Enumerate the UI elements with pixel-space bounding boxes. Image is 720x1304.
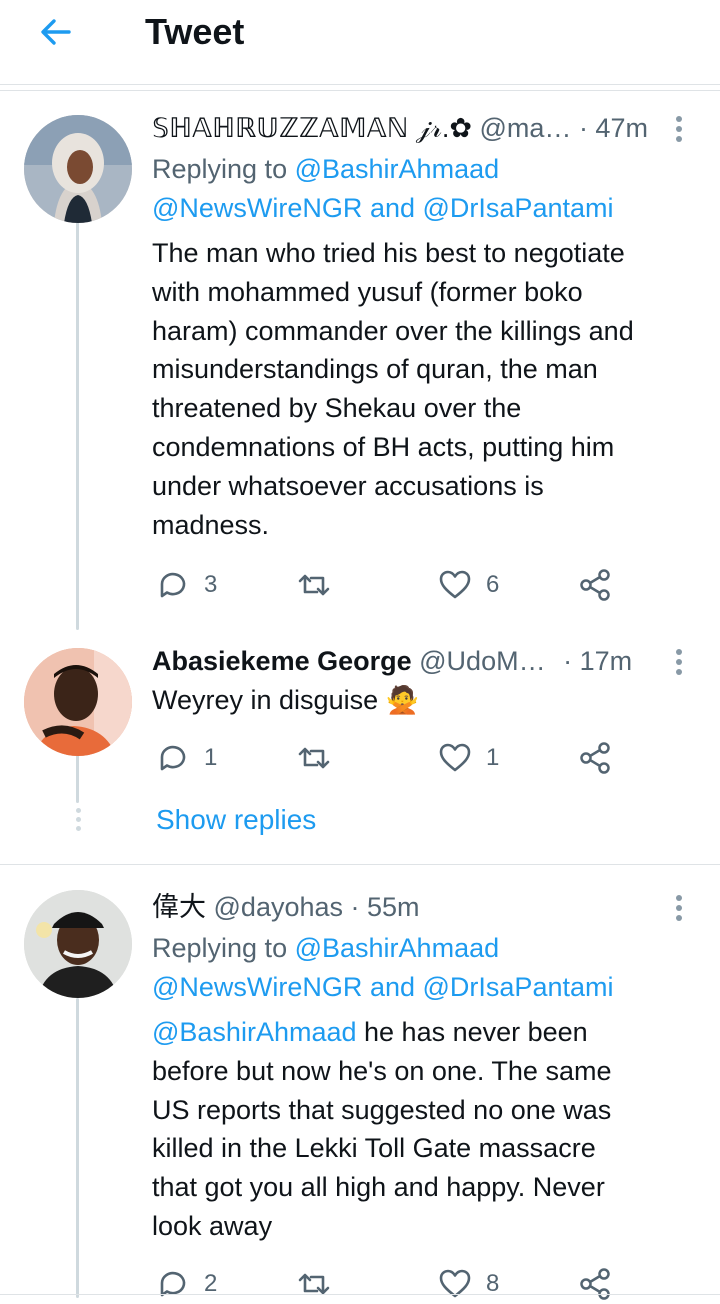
like-button[interactable]: 1 (438, 738, 499, 778)
more-options-icon[interactable] (674, 649, 684, 679)
author-name[interactable]: Abasiekeme George (152, 646, 412, 676)
share-button[interactable] (578, 1264, 612, 1304)
tweet-text-line: haram) commander over the killings and (152, 315, 634, 346)
avatar[interactable] (24, 890, 132, 998)
reply-count: 3 (204, 571, 218, 598)
tweet-time: · 47m (578, 113, 648, 143)
heart-icon (439, 743, 471, 772)
avatar-image-icon (24, 115, 132, 223)
heart-icon (439, 1269, 471, 1298)
tweet-text-line: under whatsoever accusations is (152, 470, 544, 501)
tweet-time: · 17m (563, 646, 633, 676)
more-options-icon[interactable] (674, 116, 684, 146)
reply-icon (160, 572, 186, 598)
mention-link[interactable]: @BashirAhmaad (295, 933, 500, 963)
avatar-image-icon (24, 890, 132, 998)
avatar-image-icon (24, 648, 132, 756)
reply-button[interactable]: 3 (156, 565, 217, 605)
share-button[interactable] (578, 565, 612, 605)
tweet-text-line: misunderstandings of quran, the man (152, 354, 598, 385)
tweet-text-line: with mohammed yusuf (former boko (152, 276, 583, 307)
tweet-text-line: Weyrey in disguise 🙅 (152, 685, 420, 715)
tweet-text-line: threatened by Shekau over the (152, 393, 522, 424)
tweet-text-line: madness. (152, 509, 270, 540)
share-button[interactable] (578, 738, 612, 778)
avatar[interactable] (24, 648, 132, 756)
back-button[interactable] (36, 12, 76, 52)
mention-link[interactable]: @NewsWireNGR (152, 972, 362, 1002)
mention-link[interactable]: @NewsWireNGR (152, 193, 362, 223)
reply-count: 1 (204, 744, 218, 771)
tweet-text-line: US reports that suggested no one was (152, 1094, 612, 1125)
like-button[interactable]: 6 (438, 565, 499, 605)
replying-and: and (369, 972, 415, 1002)
tweet-text-line: that got you all high and happy. Never (152, 1172, 605, 1203)
share-icon (580, 742, 610, 774)
arrow-left-icon (41, 19, 71, 45)
retweet-button[interactable] (297, 565, 345, 605)
mention-link[interactable]: @DrIsaPantami (423, 972, 614, 1002)
share-icon (580, 569, 610, 601)
header-divider-2 (0, 90, 720, 91)
conversation-divider (0, 864, 720, 865)
thread-line (76, 998, 79, 1298)
bottom-divider (0, 1294, 720, 1295)
avatar[interactable] (24, 115, 132, 223)
like-count: 1 (486, 744, 500, 771)
reply-icon (160, 745, 186, 771)
thread-line (76, 222, 79, 630)
tweet-text-line: The man who tried his best to negotiate (152, 238, 625, 268)
retweet-icon (298, 574, 330, 596)
author-handle[interactable]: @UdoM… (419, 646, 545, 676)
tweet-text: Weyrey in disguise 🙅 (152, 681, 697, 720)
header-divider (0, 84, 720, 85)
thread-line (76, 755, 79, 803)
replying-prefix: Replying to (152, 154, 288, 184)
replying-prefix: Replying to (152, 933, 288, 963)
tweet-time: · 55m (350, 892, 420, 922)
more-options-icon[interactable] (674, 895, 684, 925)
thread-dots-icon (74, 808, 82, 835)
tweet-text-line: @BashirAhmaad he has never been (152, 1013, 697, 1052)
reply-icon (160, 1271, 186, 1297)
retweet-icon (298, 1273, 330, 1295)
like-button[interactable]: 8 (438, 1264, 499, 1304)
tweet-text-line: look away (152, 1210, 273, 1241)
retweet-icon (298, 747, 330, 769)
replying-and: and (369, 193, 415, 223)
retweet-button[interactable] (297, 1264, 345, 1304)
tweet-text-line: condemnations of BH acts, putting him (152, 431, 615, 462)
author-handle[interactable]: @dayohas (214, 892, 344, 922)
top-bar: Tweet (0, 0, 720, 84)
tweet-text-fragment: he has never been (356, 1017, 588, 1047)
tweet-text: @BashirAhmaad he has never been before b… (152, 1013, 697, 1246)
mention-link[interactable]: @BashirAhmaad (152, 1017, 357, 1047)
author-name[interactable]: 𝕊ℍ𝔸ℍℝ𝕌ℤℤ𝔸𝕄𝔸ℕ 𝒿𝓇.✿ (152, 113, 472, 143)
author-name[interactable]: 偉大 (152, 892, 206, 922)
reply-button[interactable]: 1 (156, 738, 217, 778)
show-replies-link[interactable]: Show replies (156, 800, 316, 840)
heart-icon (439, 570, 471, 599)
retweet-button[interactable] (297, 738, 345, 778)
mention-link[interactable]: @BashirAhmaad (295, 154, 500, 184)
reply-button[interactable]: 2 (156, 1264, 217, 1304)
share-icon (580, 1268, 610, 1300)
tweet-text-line: killed in the Lekki Toll Gate massacre (152, 1133, 596, 1164)
replying-to: Replying to @BashirAhmaad @NewsWireNGR a… (152, 929, 613, 1007)
page-title: Tweet (145, 11, 245, 52)
like-count: 6 (486, 571, 500, 598)
mention-link[interactable]: @DrIsaPantami (423, 193, 614, 223)
author-handle[interactable]: @ma… (480, 113, 572, 143)
tweet-text-line: before but now he's on one. The same (152, 1055, 612, 1086)
tweet-text: The man who tried his best to negotiate … (152, 234, 697, 544)
replying-to: Replying to @BashirAhmaad @NewsWireNGR a… (152, 150, 613, 228)
